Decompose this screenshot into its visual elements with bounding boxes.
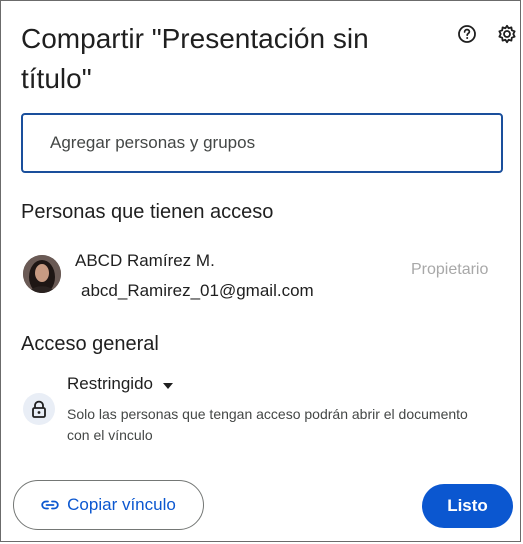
lock-icon [23,393,55,425]
general-access-description: Solo las personas que tengan acceso podr… [67,406,468,443]
general-access-dropdown[interactable]: Restringido [67,374,173,394]
dialog-title: Compartir "Presentación sin título" [21,23,369,94]
help-circle-icon[interactable] [456,23,478,45]
person-name: ABCD Ramírez M. [75,251,215,270]
link-icon [41,495,59,515]
done-button[interactable]: Listo [422,484,513,528]
gear-icon[interactable] [496,23,518,45]
copy-link-button[interactable]: Copiar vínculo [13,480,204,530]
add-people-input[interactable]: Agregar personas y grupos [21,113,503,173]
people-with-access-heading: Personas que tienen acceso [21,201,274,223]
owner-role-label: Propietario [411,261,489,278]
general-access-value: Restringido [67,374,153,393]
add-people-placeholder: Agregar personas y grupos [50,133,256,152]
share-dialog: Compartir "Presentación sin título" Agre… [0,0,521,542]
avatar [23,255,61,293]
dropdown-arrow-icon [163,374,173,394]
copy-link-label: Copiar vínculo [67,495,176,514]
person-email: abcd_Ramirez_01@gmail.com [81,281,314,300]
general-access-heading: Acceso general [21,333,159,355]
